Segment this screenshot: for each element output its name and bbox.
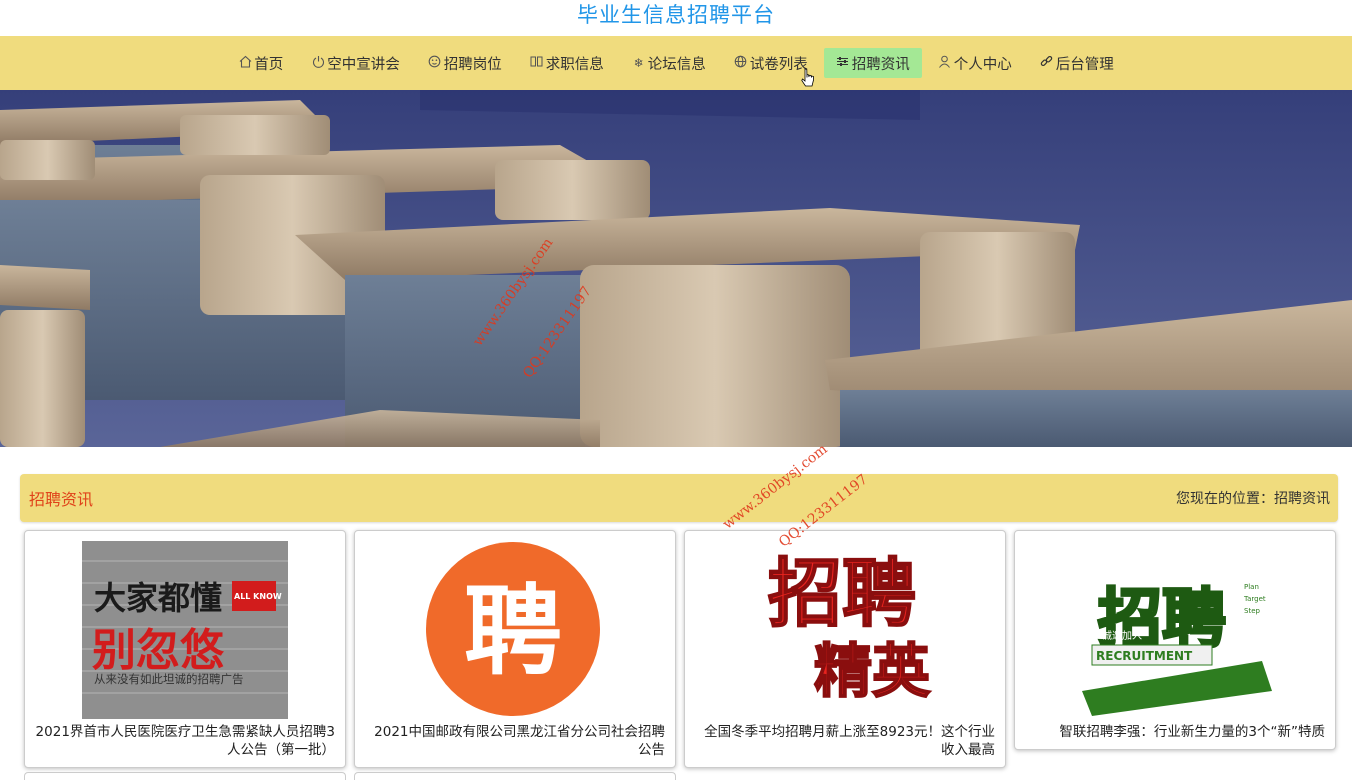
news-card[interactable]: [354, 772, 676, 780]
main-navbar: 首页 空中宣讲会 招聘岗位 求职信息 ❄ 论坛信息 试卷列表 招聘资讯 个人中心…: [0, 36, 1352, 90]
power-icon: [311, 55, 325, 71]
nav-label: 个人中心: [953, 56, 1012, 73]
columns-icon: [530, 55, 544, 71]
image-text: 聘: [464, 575, 562, 689]
nav-label: 空中宣讲会: [327, 56, 400, 73]
home-icon: [238, 55, 252, 71]
nav-air-talk[interactable]: 空中宣讲会: [299, 48, 412, 78]
nav-jobs[interactable]: 招聘岗位: [416, 48, 514, 78]
classroom-illustration: [0, 90, 1352, 447]
nav-label: 论坛信息: [647, 56, 706, 73]
image-text: Plan: [1244, 583, 1259, 591]
image-text: 招聘: [768, 551, 916, 637]
link-icon: [1040, 55, 1054, 71]
nav-label: 后台管理: [1055, 56, 1114, 73]
nav-home[interactable]: 首页: [226, 48, 295, 78]
image-text: 精英: [814, 637, 931, 705]
nav-label: 首页: [254, 56, 284, 73]
nav-personal-center[interactable]: 个人中心: [926, 48, 1024, 78]
news-title[interactable]: 2021界首市人民医院医疗卫生急需紧缺人员招聘3人公告（第一批）: [35, 723, 335, 759]
image-text: Target: [1243, 595, 1266, 603]
news-card[interactable]: 大家都懂 ALL KNOW 别忽悠 从来没有如此坦诚的招聘广告 2021界首市人…: [24, 530, 346, 768]
image-text: Step: [1244, 607, 1260, 615]
section-title: 招聘资讯: [29, 490, 94, 509]
site-title: 毕业生信息招聘平台: [577, 3, 775, 27]
news-title[interactable]: 2021中国邮政有限公司黑龙江省分公司社会招聘公告: [365, 723, 665, 759]
image-text: 从来没有如此坦诚的招聘广告: [94, 672, 244, 686]
nav-recruit-news[interactable]: 招聘资讯: [823, 48, 922, 78]
news-card-row-next: [24, 772, 676, 780]
hero-banner[interactable]: [0, 90, 1352, 447]
news-card[interactable]: 聘 2021中国邮政有限公司黑龙江省分公司社会招聘公告: [354, 530, 676, 768]
nav-forum[interactable]: ❄ 论坛信息: [620, 48, 718, 78]
globe-icon: [734, 55, 748, 71]
news-thumbnail[interactable]: 大家都懂 ALL KNOW 别忽悠 从来没有如此坦诚的招聘广告: [82, 541, 288, 719]
news-card-list: 大家都懂 ALL KNOW 别忽悠 从来没有如此坦诚的招聘广告 2021界首市人…: [24, 530, 1336, 768]
face-icon: [428, 55, 442, 71]
image-text: 大家都懂: [94, 579, 222, 617]
news-thumbnail[interactable]: 招聘 RECRUITMENT 诚邀加入 Plan Target Step: [1072, 541, 1278, 719]
image-text: 诚邀加入: [1102, 629, 1142, 642]
sliders-icon: [836, 55, 850, 71]
nav-label: 求职信息: [545, 56, 604, 73]
news-thumbnail[interactable]: 招聘 精英: [742, 541, 948, 719]
image-text: 别忽悠: [92, 625, 225, 676]
news-card[interactable]: 招聘 精英 全国冬季平均招聘月薪上涨至8923元！这个行业收入最高: [684, 530, 1006, 768]
mouse-pointer-icon: [801, 68, 814, 87]
news-title[interactable]: 智联招聘李强：行业新生力量的3个“新”特质: [1025, 723, 1325, 741]
nav-label: 招聘资讯: [851, 56, 910, 73]
breadcrumb: 您现在的位置：招聘资讯: [1176, 491, 1330, 507]
image-text: ALL KNOW: [234, 592, 282, 601]
image-text: RECRUITMENT: [1096, 649, 1193, 663]
section-header: 招聘资讯 您现在的位置：招聘资讯: [20, 474, 1338, 522]
nav-label: 试卷列表: [749, 56, 808, 73]
user-icon: [938, 55, 952, 71]
news-card[interactable]: [24, 772, 346, 780]
nav-job-seeking[interactable]: 求职信息: [518, 48, 616, 78]
news-title[interactable]: 全国冬季平均招聘月薪上涨至8923元！这个行业收入最高: [695, 723, 995, 759]
nav-label: 招聘岗位: [443, 56, 502, 73]
news-card[interactable]: 招聘 RECRUITMENT 诚邀加入 Plan Target Step 智联招…: [1014, 530, 1336, 750]
news-thumbnail[interactable]: 聘: [412, 541, 618, 719]
snowflake-icon: ❄: [633, 56, 644, 70]
nav-admin[interactable]: 后台管理: [1028, 48, 1126, 78]
